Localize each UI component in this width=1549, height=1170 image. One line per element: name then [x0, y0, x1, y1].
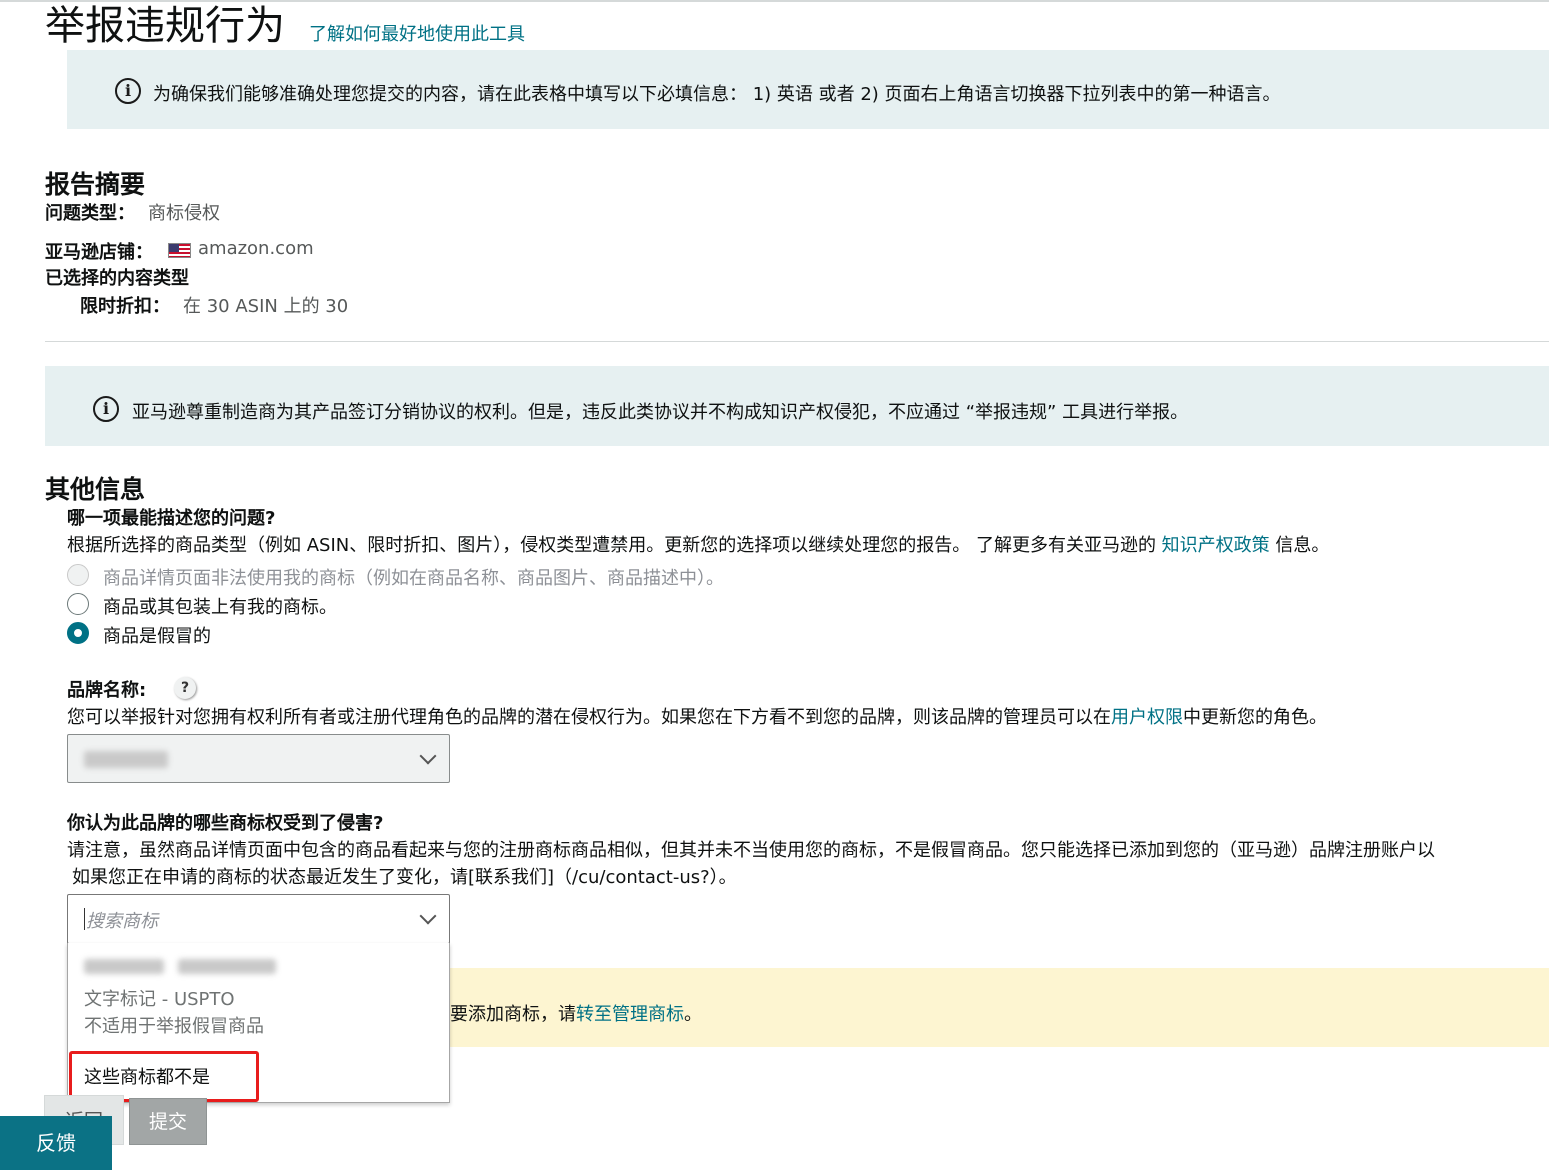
radio-option-on-packaging[interactable] — [67, 593, 89, 615]
ip-policy-link[interactable]: 知识产权政策 — [1162, 535, 1270, 556]
text-cursor — [84, 908, 85, 930]
distribution-notice-text: 亚马逊尊重制造商为其产品签订分销协议的权利。但是，违反此类协议并不构成知识产权侵… — [132, 402, 1189, 423]
help-question-icon[interactable]: ? — [174, 677, 196, 699]
trademark-number-redacted — [178, 959, 276, 974]
feedback-button[interactable]: 反馈 — [0, 1116, 112, 1170]
dropdown-item-note: 不适用于举报假冒商品 — [84, 1016, 264, 1037]
store-value: amazon.com — [198, 238, 314, 259]
other-info-heading: 其他信息 — [45, 475, 146, 504]
radio-option-misuse-label: 商品详情页面非法使用我的商标（例如在商品名称、商品图片、商品描述中）。 — [103, 568, 724, 589]
deal-label: 限时折扣： — [80, 296, 170, 317]
trademark-note-line1: 请注意，虽然商品详情页面中包含的商品看起来与您的注册商标商品相似，但其并未不当使… — [67, 840, 1435, 861]
language-notice-box: i 为确保我们能够准确处理您提交的内容，请在此表格中填写以下必填信息： 1) 英… — [67, 50, 1549, 129]
store-label: 亚马逊店铺： — [45, 242, 153, 263]
distribution-notice-box: i 亚马逊尊重制造商为其产品签订分销协议的权利。但是，违反此类协议并不构成知识产… — [45, 366, 1549, 446]
page-title: 举报违规行为 — [45, 3, 285, 49]
deal-value: 在 30 ASIN 上的 30 — [183, 296, 349, 317]
dropdown-item-type: 文字标记 - USPTO — [84, 989, 235, 1010]
trademark-question: 你认为此品牌的哪些商标权受到了侵害? — [67, 813, 384, 834]
brand-name-redacted — [84, 751, 168, 768]
help-link[interactable]: 了解如何最好地使用此工具 — [309, 20, 525, 46]
radio-option-counterfeit-label[interactable]: 商品是假冒的 — [103, 622, 211, 648]
section-divider — [45, 341, 1549, 342]
issue-description: 根据所选择的商品类型（例如 ASIN、限时折扣、图片），侵权类型遭禁用。更新您的… — [67, 535, 1330, 556]
chevron-down-icon — [419, 907, 437, 925]
user-permissions-link[interactable]: 用户权限 — [1111, 707, 1183, 728]
trademark-search-placeholder: 搜索商标 — [86, 911, 158, 932]
issue-type-value: 商标侵权 — [148, 203, 220, 224]
issue-type-label: 问题类型： — [45, 203, 135, 224]
chevron-down-icon — [419, 747, 437, 765]
language-notice-text: 为确保我们能够准确处理您提交的内容，请在此表格中填写以下必填信息： 1) 英语 … — [153, 84, 1281, 105]
content-type-label: 已选择的内容类型 — [45, 268, 189, 289]
submit-button[interactable]: 提交 — [129, 1098, 207, 1145]
add-trademark-warning: 要添加商标，请转至管理商标。 — [450, 968, 1549, 1047]
issue-question: 哪一项最能描述您的问题? — [67, 508, 276, 529]
info-icon: i — [93, 396, 119, 422]
dropdown-item-trademark: 文字标记 - USPTO 不适用于举报假冒商品 — [68, 943, 449, 1043]
radio-option-counterfeit[interactable] — [67, 622, 89, 644]
trademark-name-redacted — [84, 959, 164, 974]
us-flag-icon — [168, 243, 191, 258]
add-trademark-warning-text: 要添加商标，请转至管理商标。 — [450, 1004, 702, 1025]
trademark-note-line2: 如果您正在申请的商标的状态最近发生了变化，请[联系我们]（/cu/contact… — [72, 867, 737, 888]
trademark-search-select[interactable]: 搜索商标 — [67, 894, 450, 944]
brand-select[interactable] — [67, 734, 450, 783]
summary-heading: 报告摘要 — [45, 170, 146, 199]
brand-description: 您可以举报针对您拥有权利所有者或注册代理角色的品牌的潜在侵权行为。如果您在下方看… — [67, 707, 1327, 728]
info-icon: i — [115, 78, 141, 104]
radio-option-misuse — [67, 564, 89, 586]
radio-option-on-packaging-label[interactable]: 商品或其包装上有我的商标。 — [103, 593, 337, 619]
manage-trademarks-link[interactable]: 转至管理商标 — [576, 1004, 684, 1025]
brand-label: 品牌名称: — [67, 680, 147, 701]
